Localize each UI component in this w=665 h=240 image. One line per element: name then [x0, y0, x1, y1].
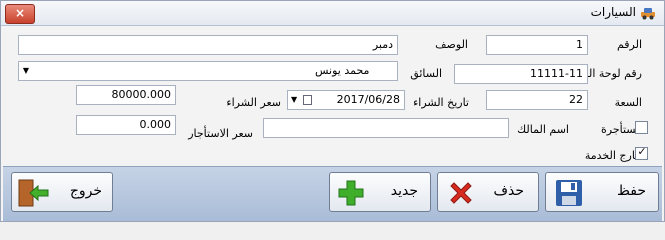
- red-x-icon: [450, 182, 472, 204]
- purchase-date-picker[interactable]: 2017/06/28 ▼: [287, 90, 405, 110]
- close-icon: ×: [14, 6, 26, 20]
- save-label: حفظ: [616, 183, 646, 199]
- purchase-date-value: 2017/06/28: [336, 93, 400, 106]
- check-icon: ✓: [637, 145, 647, 158]
- exit-door-icon: [18, 179, 49, 207]
- owner-name-field[interactable]: [263, 118, 509, 138]
- description-field[interactable]: دمبر: [18, 35, 398, 55]
- exit-button[interactable]: خروج: [11, 172, 113, 212]
- new-button[interactable]: جديد: [329, 172, 431, 212]
- exit-label: خروج: [69, 183, 102, 199]
- owner-name-label: اسم المالك: [517, 123, 569, 136]
- calendar-icon: [303, 95, 312, 105]
- capacity-label: السعة: [614, 96, 642, 109]
- purchase-price-label: سعر الشراء: [226, 96, 281, 109]
- green-plus-icon: [338, 180, 364, 206]
- driver-dropdown[interactable]: ▼ محمد يونس: [18, 61, 398, 81]
- rent-price-field[interactable]: 0.000: [76, 115, 176, 135]
- number-label: الرقم: [616, 38, 642, 51]
- delete-label: حذف: [493, 183, 524, 199]
- purchase-price-field[interactable]: 80000.000: [76, 85, 176, 105]
- plate-field[interactable]: 11111-11: [454, 64, 588, 84]
- button-bar: حفظ حذف جديد خروج: [3, 166, 662, 221]
- rented-checkbox[interactable]: [635, 121, 648, 134]
- description-label: الوصف: [435, 38, 468, 51]
- purchase-date-label: تاريخ الشراء: [413, 96, 469, 109]
- close-button[interactable]: ×: [5, 4, 35, 24]
- cars-app-icon: [641, 8, 655, 20]
- out-of-service-checkbox[interactable]: ✓: [635, 145, 648, 160]
- delete-button[interactable]: حذف: [437, 172, 539, 212]
- number-field[interactable]: 1: [486, 35, 588, 55]
- out-of-service-label: خارج الخدمة: [584, 149, 642, 162]
- new-label: جديد: [390, 183, 418, 199]
- window-title: السيارات: [590, 5, 636, 19]
- driver-label: السائق: [410, 67, 442, 80]
- rent-price-label: سعر الاستأجار: [188, 127, 253, 140]
- title-bar: × السيارات: [1, 1, 664, 26]
- chevron-down-icon[interactable]: ▼: [20, 62, 32, 80]
- driver-value: محمد يونس: [315, 64, 370, 77]
- save-button[interactable]: حفظ: [545, 172, 659, 212]
- floppy-disk-icon: [556, 180, 582, 206]
- cars-window: × السيارات الرقم 1 الوصف دمبر رقم لوحة ا…: [0, 0, 665, 222]
- capacity-field[interactable]: 22: [486, 90, 588, 110]
- date-dropdown-icon[interactable]: ▼: [291, 91, 297, 109]
